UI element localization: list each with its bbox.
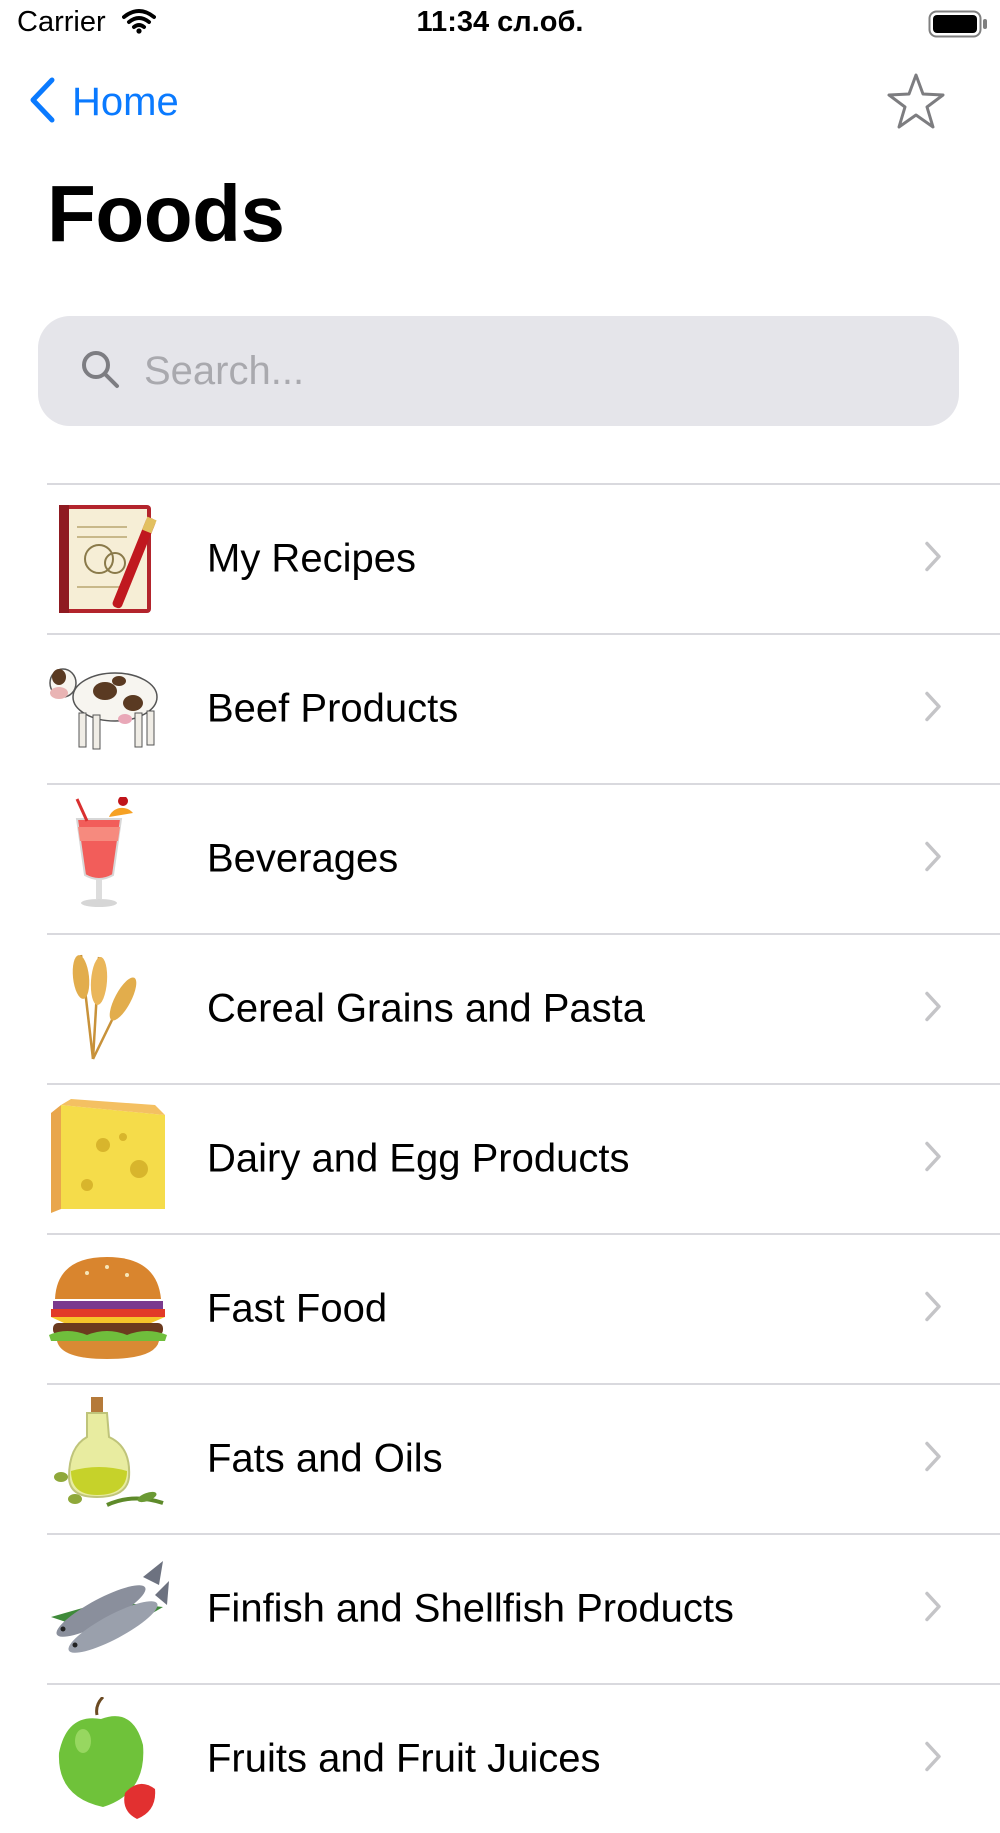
status-bar: Carrier 11:34 сл.об. xyxy=(0,0,1000,50)
list-item-label: Beef Products xyxy=(207,686,459,731)
chevron-right-icon xyxy=(924,541,942,578)
search-bar[interactable] xyxy=(38,316,959,426)
chevron-right-icon xyxy=(924,841,942,878)
chevron-right-icon xyxy=(924,691,942,728)
fish-icon xyxy=(47,1547,169,1669)
search-input[interactable] xyxy=(142,347,906,395)
list-item-label: Fast Food xyxy=(207,1286,388,1331)
star-outline-icon xyxy=(886,73,946,136)
battery-icon xyxy=(928,10,988,43)
wheat-icon xyxy=(47,947,169,1069)
chevron-right-icon xyxy=(924,1291,942,1328)
burger-icon xyxy=(47,1247,169,1369)
list-item-label: Fats and Oils xyxy=(207,1436,443,1481)
list-item-dairy-and-egg-products[interactable]: Dairy and Egg Products xyxy=(47,1083,1000,1233)
olive-oil-icon xyxy=(47,1397,169,1519)
chevron-right-icon xyxy=(924,1591,942,1628)
back-button[interactable]: Home xyxy=(28,74,179,130)
list-item-my-recipes[interactable]: My Recipes xyxy=(47,483,1000,633)
page-title: Foods xyxy=(47,169,285,258)
list-item-label: Fruits and Fruit Juices xyxy=(207,1736,601,1781)
search-icon xyxy=(80,349,120,394)
apple-icon xyxy=(47,1695,169,1819)
chevron-left-icon xyxy=(28,76,56,129)
cow-icon xyxy=(47,647,169,769)
list-item-beverages[interactable]: Beverages xyxy=(47,783,1000,933)
status-time: 11:34 сл.об. xyxy=(416,6,584,38)
list-item-label: Cereal Grains and Pasta xyxy=(207,986,646,1031)
back-button-label: Home xyxy=(72,79,179,124)
list-item-fast-food[interactable]: Fast Food xyxy=(47,1233,1000,1383)
category-list: My Recipes Beef Products Beverages Cerea… xyxy=(47,483,1000,1833)
chevron-right-icon xyxy=(924,1741,942,1778)
list-item-fruits-and-fruit-juices[interactable]: Fruits and Fruit Juices xyxy=(47,1683,1000,1833)
list-item-beef-products[interactable]: Beef Products xyxy=(47,633,1000,783)
list-item-label: Dairy and Egg Products xyxy=(207,1136,630,1181)
chevron-right-icon xyxy=(924,991,942,1028)
chevron-right-icon xyxy=(924,1441,942,1478)
list-item-finfish-and-shellfish-products[interactable]: Finfish and Shellfish Products xyxy=(47,1533,1000,1683)
cheese-icon xyxy=(47,1097,169,1219)
recipe-book-icon xyxy=(47,497,169,619)
list-item-label: Beverages xyxy=(207,836,399,881)
list-item-fats-and-oils[interactable]: Fats and Oils xyxy=(47,1383,1000,1533)
favorite-button[interactable] xyxy=(886,72,946,137)
cocktail-icon xyxy=(47,796,169,919)
list-item-label: Finfish and Shellfish Products xyxy=(207,1586,734,1631)
list-item-cereal-grains-and-pasta[interactable]: Cereal Grains and Pasta xyxy=(47,933,1000,1083)
chevron-right-icon xyxy=(924,1141,942,1178)
list-item-label: My Recipes xyxy=(207,536,416,581)
